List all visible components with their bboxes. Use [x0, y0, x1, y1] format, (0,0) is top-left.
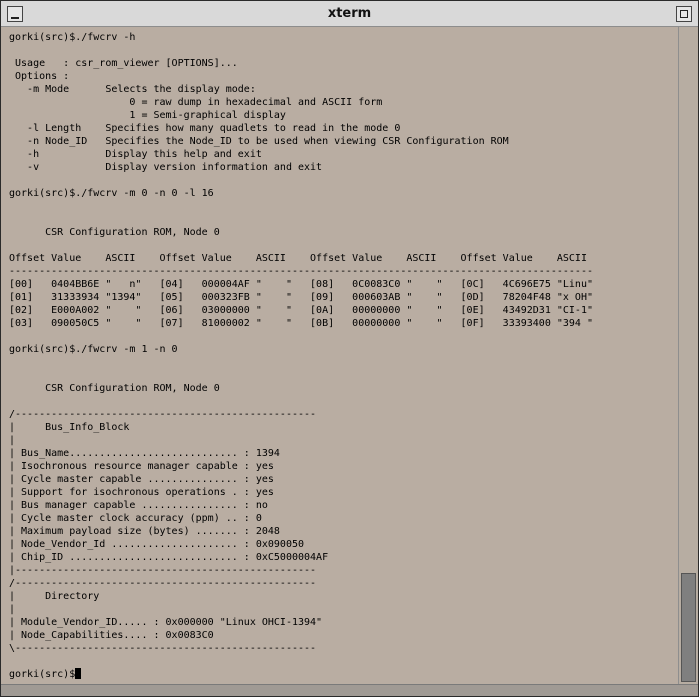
text-cursor: [75, 668, 82, 679]
title-bar[interactable]: xterm: [1, 1, 698, 27]
vertical-scrollbar[interactable]: [678, 27, 698, 684]
window-title: xterm: [327, 6, 372, 21]
prompt-text: gorki(src)$: [9, 669, 76, 680]
terminal-output[interactable]: gorki(src)$./fwcrv -h Usage : csr_rom_vi…: [1, 27, 678, 684]
bottom-border: [1, 684, 698, 696]
terminal-text: gorki(src)$./fwcrv -h Usage : csr_rom_vi…: [9, 32, 593, 654]
scrollbar-thumb[interactable]: [681, 573, 696, 682]
prompt-line[interactable]: gorki(src)$: [9, 668, 678, 681]
xterm-window: xterm gorki(src)$./fwcrv -h Usage : csr_…: [0, 0, 699, 697]
maximize-button[interactable]: [676, 6, 692, 22]
